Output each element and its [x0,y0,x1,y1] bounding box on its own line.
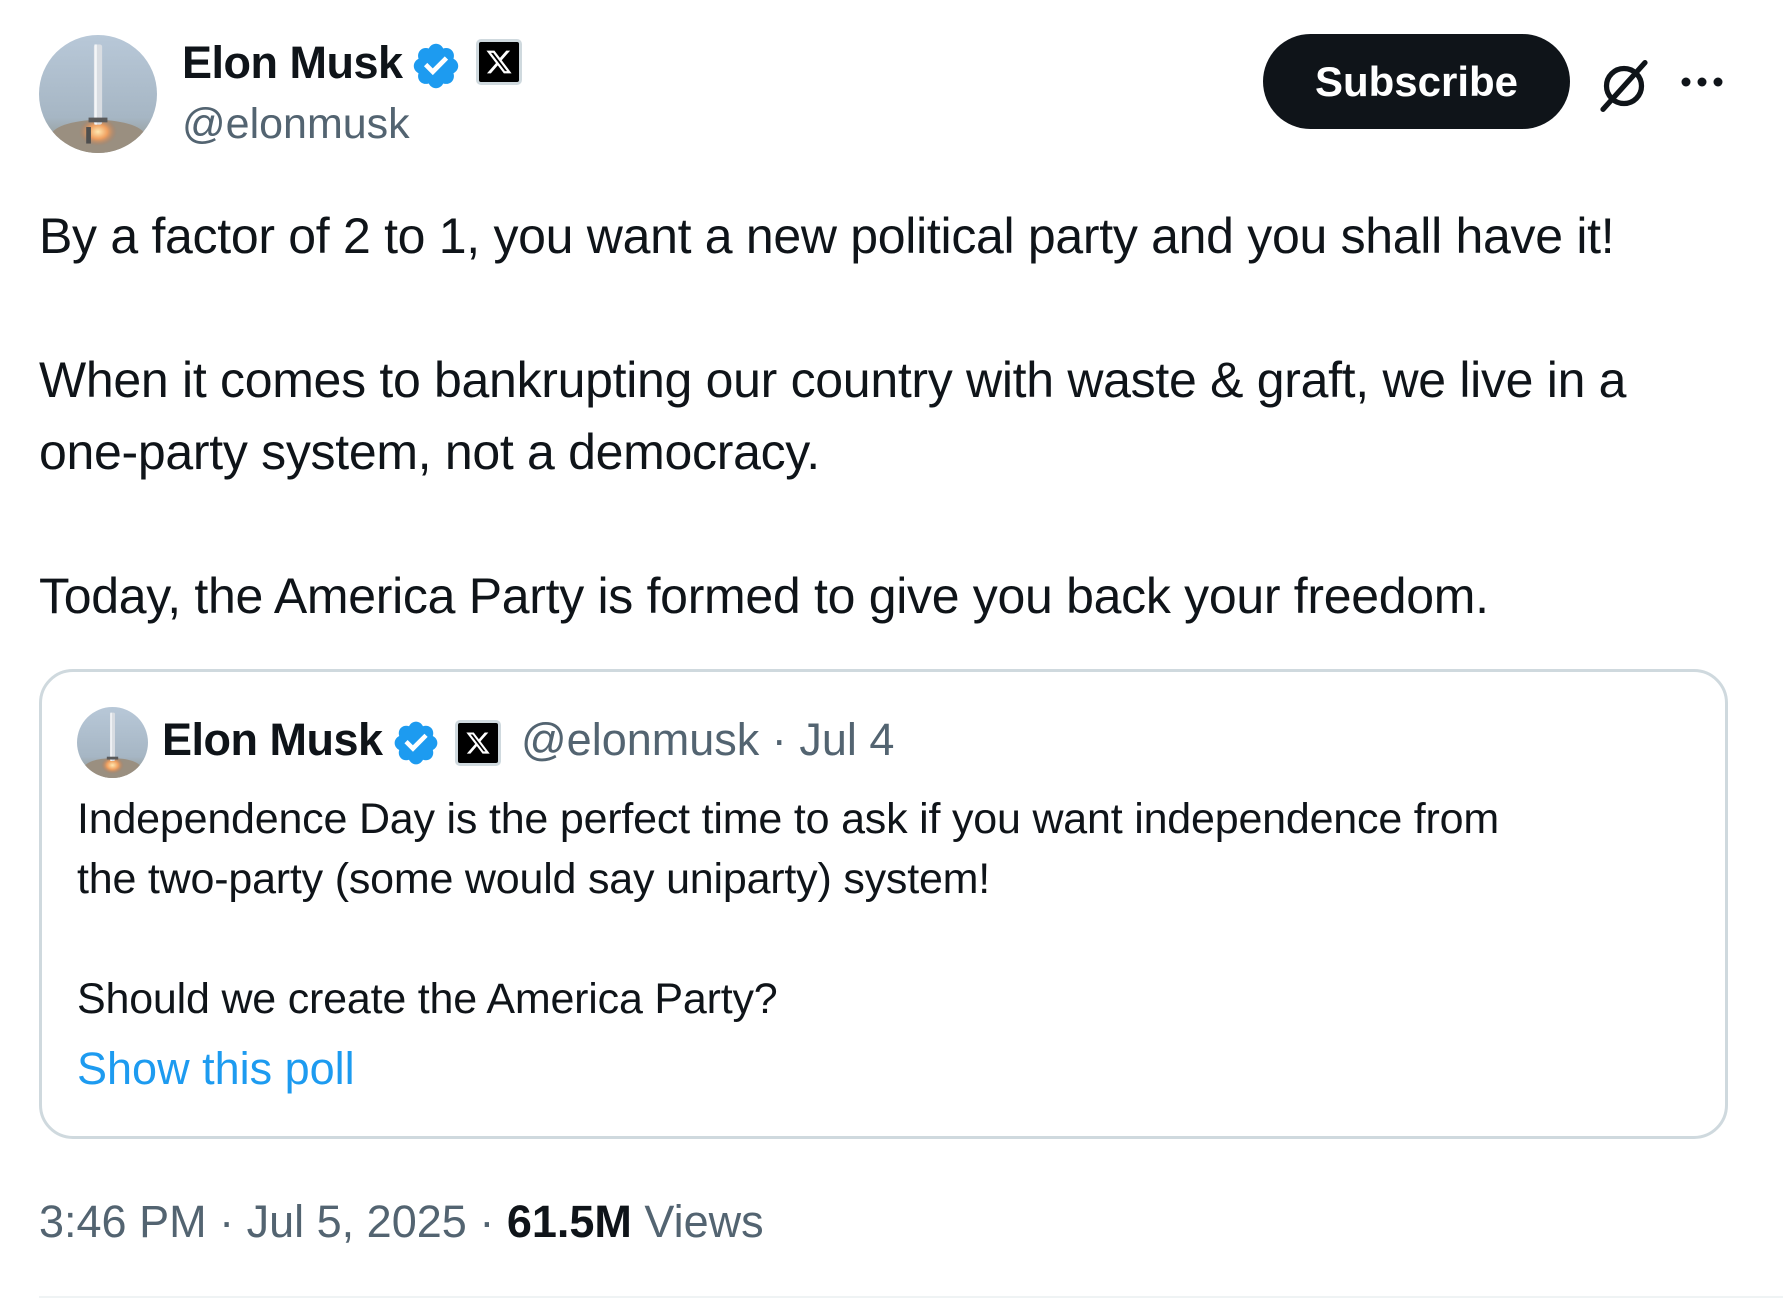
tweet-meta: 3:46 PM · Jul 5, 2025 · 61.5M Views [39,1192,764,1252]
meta-separator: · [219,1196,235,1247]
verified-badge-icon[interactable] [410,40,462,92]
tweet-text-line: By a factor of 2 to 1, you want a new po… [39,208,1615,264]
grok-icon[interactable] [1596,58,1652,114]
tweet-text-line: Today, the America Party is formed to gi… [39,568,1489,624]
tweet-text-line: one-party system, not a democracy. [39,424,820,480]
quoted-author-name[interactable]: Elon Musk [162,712,383,768]
verified-badge-icon[interactable] [391,718,441,768]
more-options-icon[interactable] [1678,62,1726,102]
views-label: Views [644,1196,764,1247]
views-count: 61.5M [506,1196,632,1247]
tweet-text-line: When it comes to bankrupting our country… [39,352,1627,408]
meta-separator: · [479,1196,495,1247]
tweet-date[interactable]: Jul 5, 2025 [247,1196,467,1247]
x-logo-icon[interactable] [455,720,501,766]
divider [39,1296,1783,1298]
tweet-detail: Elon Musk @elonmusk Subscribe By a facto… [0,0,1783,1300]
quoted-meta: @elonmusk · Jul 4 [521,712,894,768]
quoted-author-avatar[interactable] [77,707,148,778]
author-avatar[interactable] [39,35,157,153]
meta-separator: · [771,714,787,765]
quoted-date[interactable]: Jul 4 [799,714,894,765]
subscribe-button[interactable]: Subscribe [1263,34,1570,129]
rocket-launch-avatar-image [39,35,157,153]
x-logo-glyph [486,50,512,74]
quoted-author-handle[interactable]: @elonmusk [521,714,759,765]
quoted-text-line: the two-party (some would say uniparty) … [77,855,991,903]
x-logo-glyph [466,732,490,754]
quoted-text-line: Should we create the America Party? [77,975,778,1023]
quoted-text-line: Independence Day is the perfect time to … [77,795,1499,843]
author-handle[interactable]: @elonmusk [182,96,410,152]
show-poll-link[interactable]: Show this poll [77,1039,355,1099]
author-name[interactable]: Elon Musk [182,34,403,92]
x-logo-icon[interactable] [476,39,522,85]
rocket-launch-avatar-image [77,707,148,778]
tweet-time[interactable]: 3:46 PM [39,1196,207,1247]
